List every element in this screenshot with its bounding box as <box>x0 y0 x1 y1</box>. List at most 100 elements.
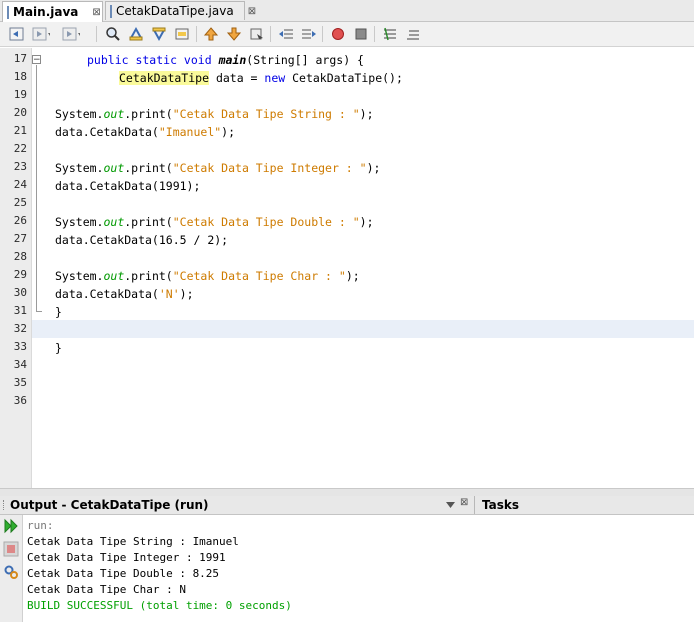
line-number: 35 <box>13 376 27 389</box>
toggle-highlight-icon[interactable] <box>173 25 191 43</box>
code-line-30: data.CetakData('N'); <box>55 285 194 303</box>
static-field: out <box>103 107 125 121</box>
shift-left-icon[interactable] <box>277 25 295 43</box>
fold-collapse-icon[interactable]: − <box>32 55 41 65</box>
method-name: main <box>218 53 247 67</box>
code-line-24: data.CetakData(1991); <box>55 179 201 193</box>
output-console[interactable]: run: Cetak Data Tipe String : Imanuel Ce… <box>23 515 694 622</box>
console-line: Cetak Data Tipe Integer : 1991 <box>27 551 226 564</box>
static-field: out <box>103 269 125 283</box>
toolbar-separator <box>322 26 323 42</box>
code-text: (String[] args) { <box>246 53 364 67</box>
code-line-23: System.out.print("Cetak Data Tipe Intege… <box>55 159 380 177</box>
close-tab-icon[interactable]: ⊠ <box>92 7 100 18</box>
code-text: System. <box>55 215 104 229</box>
line-number: 25 <box>13 196 27 209</box>
line-number: 19 <box>13 88 27 101</box>
prev-bookmark-icon[interactable] <box>202 25 220 43</box>
line-number: 18 <box>13 70 27 83</box>
close-tab-icon[interactable]: ⊠ <box>248 6 256 17</box>
code-text: .print( <box>124 269 173 283</box>
line-number: 29 <box>13 268 27 281</box>
forward-history-icon[interactable] <box>62 25 80 43</box>
search-icon[interactable] <box>104 25 122 43</box>
line-number: 23 <box>13 160 27 173</box>
line-number: 26 <box>13 214 27 227</box>
stop-macro-icon[interactable] <box>352 25 370 43</box>
code-text: System. <box>55 107 104 121</box>
tab-cetakdatatipe-java[interactable]: CetakDataTipe.java ⊠ <box>105 1 256 20</box>
code-line-26: System.out.print("Cetak Data Tipe Double… <box>55 213 374 231</box>
toolbar-separator <box>196 26 197 42</box>
code-text: ); <box>221 125 236 139</box>
keyword: new <box>264 71 286 85</box>
code-line-17: public static void main(String[] args) { <box>87 51 364 69</box>
code-line-21: data.CetakData("Imanuel"); <box>55 123 235 141</box>
code-line-18: CetakDataTipe data = new CetakDataTipe()… <box>119 69 403 87</box>
line-number: 24 <box>13 178 27 191</box>
string-literal: "Cetak Data Tipe Double : " <box>172 215 360 229</box>
java-file-icon <box>110 4 112 18</box>
code-line-29: System.out.print("Cetak Data Tipe Char :… <box>55 267 360 285</box>
console-build-status: BUILD SUCCESSFUL (total time: 0 seconds) <box>27 599 292 612</box>
find-prev-icon[interactable] <box>127 25 145 43</box>
line-number: 33 <box>13 340 27 353</box>
close-panel-icon[interactable]: ⊠ <box>460 497 468 508</box>
code-text: .print( <box>124 215 173 229</box>
code-text: .print( <box>124 107 173 121</box>
shift-right-icon[interactable] <box>300 25 318 43</box>
stop-icon[interactable] <box>3 541 19 560</box>
code-editor[interactable]: 17 18 19 20 21 22 23 24 25 26 27 28 29 3… <box>0 48 694 488</box>
console-line: Cetak Data Tipe Double : 8.25 <box>27 567 220 580</box>
tasks-tab[interactable]: Tasks <box>482 498 519 512</box>
code-text: System. <box>55 269 104 283</box>
line-number: 31 <box>13 304 27 317</box>
record-macro-icon[interactable] <box>329 25 347 43</box>
settings-icon[interactable] <box>3 564 19 583</box>
console-line: Cetak Data Tipe String : Imanuel <box>27 535 239 548</box>
next-bookmark-icon[interactable] <box>225 25 243 43</box>
code-text: data.CetakData( <box>55 125 159 139</box>
editor-toolbar <box>0 22 694 47</box>
static-field: out <box>103 215 125 229</box>
tab-label: Main.java <box>13 5 79 19</box>
code-text: ); <box>345 269 360 283</box>
find-next-icon[interactable] <box>150 25 168 43</box>
output-panel-title[interactable]: Output - CetakDataTipe (run) <box>10 498 209 512</box>
code-text: data = <box>209 71 265 85</box>
tab-main-java[interactable]: Main.java ⊠ <box>2 1 103 22</box>
output-panel-header: Output - CetakDataTipe (run) ⊠ Tasks <box>0 496 694 515</box>
fold-guide-end <box>36 311 42 312</box>
string-literal: "Cetak Data Tipe Char : " <box>172 269 346 283</box>
line-number: 28 <box>13 250 27 263</box>
keyword: public static void <box>87 53 219 67</box>
rerun-icon[interactable] <box>3 518 19 537</box>
line-number: 27 <box>13 232 27 245</box>
line-number: 30 <box>13 286 27 299</box>
code-text: .print( <box>124 161 173 175</box>
uncomment-icon[interactable] <box>404 25 422 43</box>
forward-icon[interactable] <box>32 25 50 43</box>
code-text: ); <box>359 215 374 229</box>
output-actions-bar <box>0 515 23 622</box>
line-number: 22 <box>13 142 27 155</box>
line-number: 20 <box>13 106 27 119</box>
code-text: ); <box>179 287 194 301</box>
panel-menu-icon[interactable] <box>445 499 456 510</box>
toolbar-separator <box>96 26 97 42</box>
panel-divider <box>474 496 475 514</box>
code-line-20: System.out.print("Cetak Data Tipe String… <box>55 105 374 123</box>
string-literal: "Cetak Data Tipe Integer : " <box>172 161 367 175</box>
code-text: System. <box>55 161 104 175</box>
back-icon[interactable] <box>8 25 26 43</box>
console-line: Cetak Data Tipe Char : N <box>27 583 186 596</box>
toggle-bookmark-icon[interactable] <box>248 25 266 43</box>
current-line-highlight <box>32 320 694 338</box>
console-line: run: <box>27 519 54 532</box>
code-line-33: } <box>55 341 62 355</box>
drag-grip[interactable] <box>3 500 6 510</box>
java-file-icon <box>7 5 9 19</box>
string-literal: 'N' <box>158 287 180 301</box>
comment-icon[interactable] <box>381 25 399 43</box>
editor-tab-bar: Main.java ⊠ CetakDataTipe.java ⊠ <box>0 0 694 22</box>
